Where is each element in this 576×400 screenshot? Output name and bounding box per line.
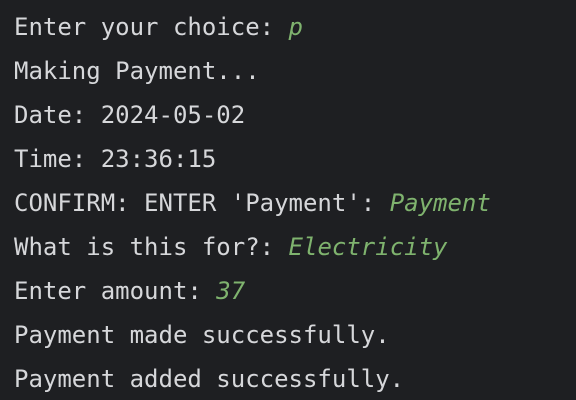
output-text: Payment added successfully. [14, 365, 405, 393]
prompt-text: Enter your choice: [14, 13, 289, 41]
console-line-choice: Enter your choice: p [14, 10, 576, 54]
user-input-text: p [288, 13, 303, 41]
user-input-text: Payment [389, 189, 491, 217]
output-text: Payment made successfully. [14, 321, 390, 349]
console-line-success: Payment made successfully. [14, 318, 576, 362]
user-input-text: 37 [216, 277, 246, 305]
console-line-date: Date: 2024-05-02 [14, 98, 576, 142]
prompt-text: What is this for?: [14, 233, 289, 261]
user-input-text: Electricity [288, 233, 448, 261]
console-line-time: Time: 23:36:15 [14, 142, 576, 186]
console-output[interactable]: Enter your choice: p Making Payment... D… [0, 0, 576, 400]
output-text: Making Payment... [14, 57, 260, 85]
console-line-confirm: CONFIRM: ENTER 'Payment': Payment [14, 186, 576, 230]
console-line-status: Making Payment... [14, 54, 576, 98]
output-text: Date: 2024-05-02 [14, 101, 246, 129]
console-line-amount: Enter amount: 37 [14, 274, 576, 318]
prompt-text: Enter amount: [14, 277, 217, 305]
output-text: Time: 23:36:15 [14, 145, 217, 173]
prompt-text: CONFIRM: ENTER 'Payment': [14, 189, 390, 217]
console-line-purpose: What is this for?: Electricity [14, 230, 576, 274]
console-line-added: Payment added successfully. [14, 362, 576, 400]
